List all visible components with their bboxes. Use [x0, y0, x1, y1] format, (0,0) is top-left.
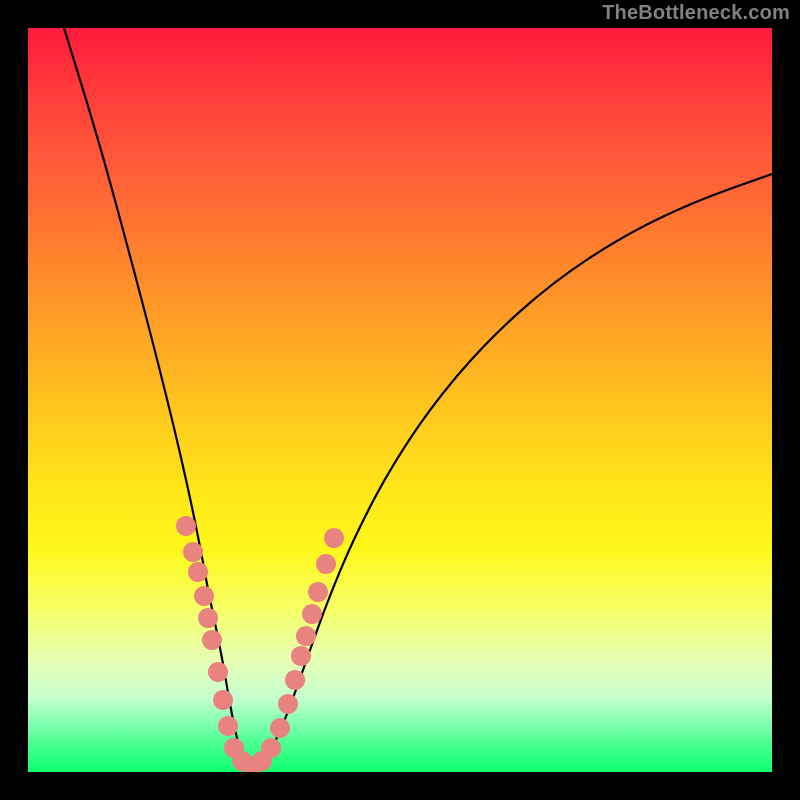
data-marker [316, 554, 336, 574]
data-marker [202, 630, 222, 650]
data-marker [324, 528, 344, 548]
data-marker [183, 542, 203, 562]
data-marker [188, 562, 208, 582]
data-marker [194, 586, 214, 606]
data-marker [261, 738, 281, 758]
curve-left-arm [64, 28, 252, 768]
data-marker [176, 516, 196, 536]
data-marker [285, 670, 305, 690]
chart-svg [28, 28, 772, 772]
plot-area [28, 28, 772, 772]
data-marker [278, 694, 298, 714]
data-marker [213, 690, 233, 710]
data-marker [208, 662, 228, 682]
data-marker [198, 608, 218, 628]
data-marker [296, 626, 316, 646]
data-markers [176, 516, 344, 772]
data-marker [270, 718, 290, 738]
watermark-text: TheBottleneck.com [602, 2, 790, 25]
data-marker [218, 716, 238, 736]
data-marker [308, 582, 328, 602]
curve-right-arm [252, 174, 772, 768]
data-marker [302, 604, 322, 624]
data-marker [291, 646, 311, 666]
